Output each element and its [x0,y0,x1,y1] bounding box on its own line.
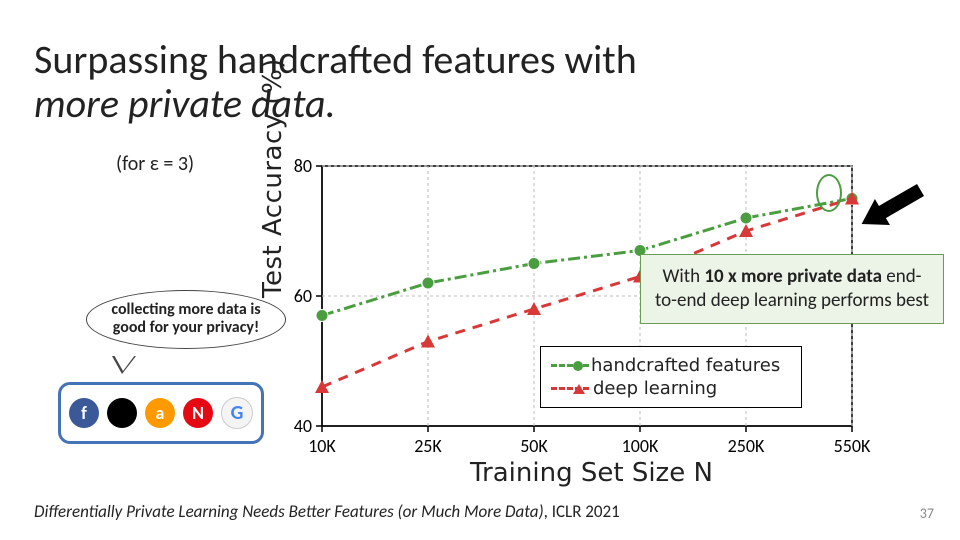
annotation-box: With 10 x more private data end-to-end d… [640,254,944,324]
chart-legend: handcrafted features deep learning [540,346,802,408]
svg-text:25K: 25K [414,435,442,457]
line-icon [551,364,589,367]
citation: Differentially Private Learning Needs Be… [34,501,620,522]
title-line2: more private data. [34,79,336,128]
svg-text:40: 40 [294,415,312,437]
bubble-tail-icon [112,356,136,374]
facebook-icon: f [69,398,99,428]
speech-bubble: collecting more data is good for your pr… [72,290,272,368]
netflix-icon: N [183,398,213,428]
svg-text:50K: 50K [520,435,548,457]
x-axis-label: Training Set Size N [470,458,713,488]
page-title: Surpassing handcrafted features with mor… [34,38,637,126]
legend-row-hc: handcrafted features [551,355,791,376]
svg-text:80: 80 [294,155,312,177]
apple-icon [107,398,137,428]
epsilon-note: (for ε = 3) [116,152,194,176]
legend-row-dl: deep learning [551,378,791,399]
bubble-text: collecting more data is good for your pr… [86,290,286,349]
triangle-icon [573,384,585,394]
legend-label-dl: deep learning [593,378,717,399]
svg-text:60: 60 [294,285,312,307]
convergence-mark-icon [816,174,842,212]
circle-icon [573,361,583,371]
svg-text:250K: 250K [728,435,765,457]
google-icon: G [221,397,253,429]
page-number: 37 [920,505,934,522]
title-line1: Surpassing handcrafted features with [34,35,637,84]
legend-label-hc: handcrafted features [591,355,780,376]
amazon-icon: a [145,398,175,428]
svg-text:100K: 100K [622,435,659,457]
company-logos: f a N G [58,382,264,444]
svg-text:10K: 10K [308,435,336,457]
svg-text:550K: 550K [834,435,871,457]
